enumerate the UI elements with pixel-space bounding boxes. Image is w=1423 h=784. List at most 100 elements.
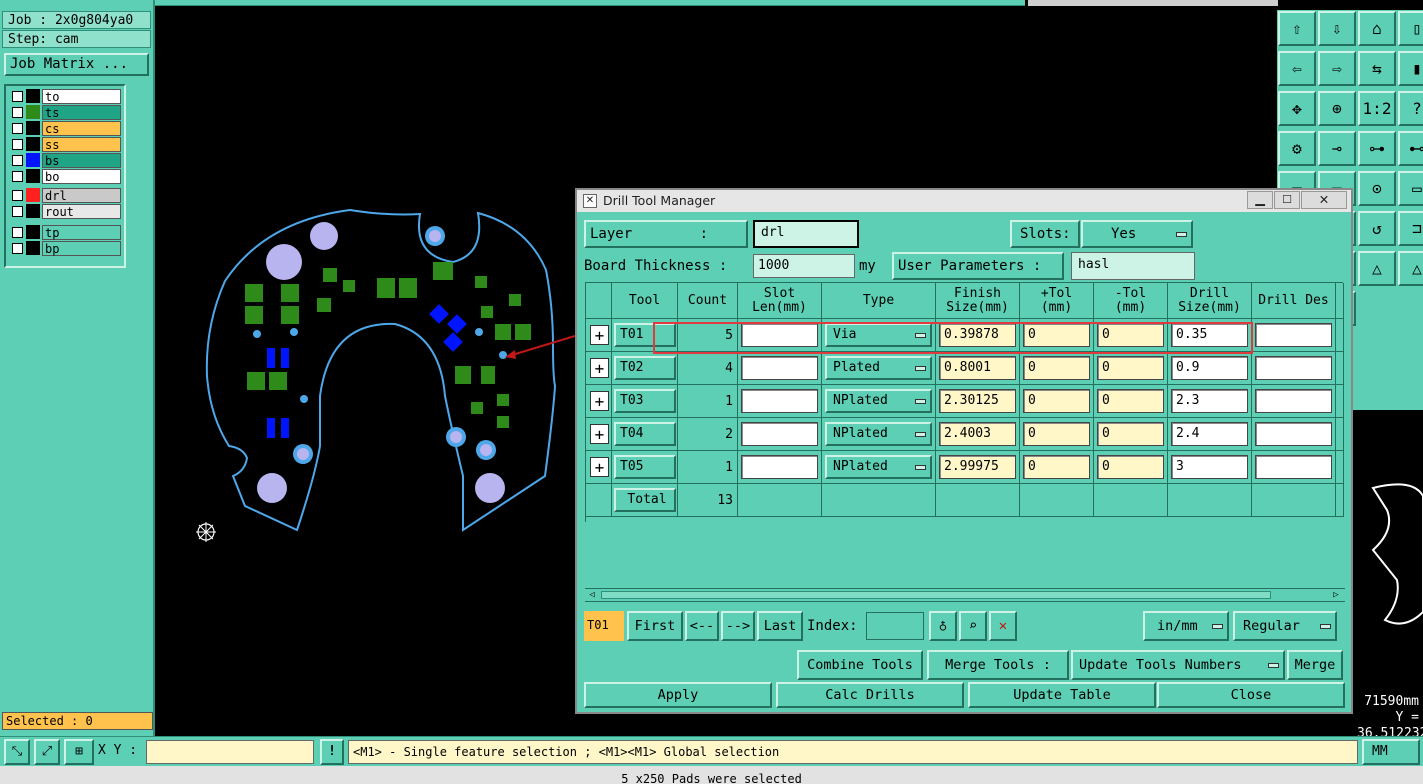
prev-button[interactable]: <-- bbox=[685, 611, 719, 641]
layer-row[interactable]: rout bbox=[9, 203, 121, 219]
rotate-icon[interactable]: ↺ bbox=[1358, 211, 1396, 246]
expand-icon[interactable]: + bbox=[590, 457, 609, 477]
finish-input[interactable]: 2.4003 bbox=[939, 422, 1016, 446]
ptol-input[interactable]: 0 bbox=[1023, 356, 1090, 380]
merge-option-dropdown[interactable]: Update Tools Numbers bbox=[1071, 650, 1285, 680]
drc-icon[interactable]: △ bbox=[1358, 251, 1396, 286]
help-icon[interactable]: ? bbox=[1398, 91, 1423, 126]
horizontal-scrollbar[interactable]: ◁ ▷ bbox=[585, 588, 1345, 602]
circle-icon[interactable]: ⊙ bbox=[1358, 171, 1396, 206]
finish-input[interactable]: 2.30125 bbox=[939, 389, 1016, 413]
layer-row[interactable]: bs bbox=[9, 152, 121, 168]
probe-icon[interactable]: ⊸ bbox=[1318, 131, 1356, 166]
panel-icon[interactable]: ▮ bbox=[1398, 51, 1423, 86]
finish-input[interactable]: 2.99975 bbox=[939, 455, 1016, 479]
layer-checkbox[interactable] bbox=[12, 170, 23, 182]
expand-icon[interactable]: + bbox=[590, 325, 609, 345]
layer-checkbox[interactable] bbox=[12, 138, 23, 150]
des-input[interactable] bbox=[1255, 356, 1332, 380]
layer-row[interactable]: cs bbox=[9, 120, 121, 136]
layer-checkbox[interactable] bbox=[12, 189, 23, 201]
update-table-button[interactable]: Update Table bbox=[968, 682, 1156, 708]
des-input[interactable] bbox=[1255, 389, 1332, 413]
combine-tools-button[interactable]: Combine Tools bbox=[797, 650, 923, 680]
swap-icon[interactable]: ⇆ bbox=[1358, 51, 1396, 86]
layer-checkbox[interactable] bbox=[12, 226, 23, 238]
layer-row[interactable]: to bbox=[9, 88, 121, 104]
apply-button[interactable]: Apply bbox=[584, 682, 772, 708]
drc-alt-icon[interactable]: △ bbox=[1398, 251, 1423, 286]
mtol-input[interactable]: 0 bbox=[1097, 356, 1164, 380]
search-icon[interactable]: ⌕ bbox=[959, 611, 987, 641]
layer-row[interactable]: bo bbox=[9, 168, 121, 184]
layer-field[interactable]: drl bbox=[753, 220, 859, 248]
scroll-right-icon[interactable]: ▷ bbox=[1329, 589, 1343, 601]
des-input[interactable] bbox=[1255, 422, 1332, 446]
expand-icon[interactable]: + bbox=[590, 391, 609, 411]
units-selector[interactable]: MM bbox=[1362, 739, 1420, 765]
slot-input[interactable] bbox=[741, 455, 818, 479]
units-dropdown[interactable]: in/mm bbox=[1143, 611, 1229, 641]
next-button[interactable]: --> bbox=[721, 611, 755, 641]
slot-input[interactable] bbox=[741, 356, 818, 380]
mtol-input[interactable]: 0 bbox=[1097, 455, 1164, 479]
center-icon[interactable]: ⊕ bbox=[1318, 91, 1356, 126]
drill-input[interactable]: 0.9 bbox=[1171, 356, 1248, 380]
slot-input[interactable] bbox=[741, 422, 818, 446]
ptol-input[interactable]: 0 bbox=[1023, 455, 1090, 479]
tool-button[interactable]: T04 bbox=[614, 422, 676, 446]
mtol-input[interactable]: 0 bbox=[1097, 422, 1164, 446]
layer-checkbox[interactable] bbox=[12, 90, 23, 102]
netlist-icon[interactable]: ⊶ bbox=[1358, 131, 1396, 166]
layer-checkbox[interactable] bbox=[12, 242, 23, 254]
type-dropdown[interactable]: NPlated bbox=[825, 422, 932, 446]
index-input[interactable] bbox=[866, 612, 924, 640]
slots-dropdown[interactable]: Yes bbox=[1081, 220, 1193, 248]
tool-button[interactable]: T03 bbox=[614, 389, 676, 413]
ptol-input[interactable]: 0 bbox=[1023, 422, 1090, 446]
user-parameters-field[interactable]: hasl bbox=[1071, 252, 1195, 280]
des-input[interactable] bbox=[1255, 455, 1332, 479]
minimize-button[interactable]: ▁ bbox=[1247, 191, 1273, 209]
mtol-input[interactable]: 0 bbox=[1097, 389, 1164, 413]
fit-icon[interactable]: ✥ bbox=[1278, 91, 1316, 126]
type-dropdown[interactable]: NPlated bbox=[825, 389, 932, 413]
expand-icon[interactable]: + bbox=[590, 424, 609, 444]
finish-input[interactable]: 0.8001 bbox=[939, 356, 1016, 380]
maximize-button[interactable]: ☐ bbox=[1274, 191, 1300, 209]
layer-row[interactable]: drl bbox=[9, 187, 121, 203]
layer-checkbox[interactable] bbox=[12, 122, 23, 134]
warning-icon[interactable]: ! bbox=[320, 739, 344, 765]
close-button[interactable]: Close bbox=[1157, 682, 1345, 708]
xy-input[interactable] bbox=[146, 740, 314, 764]
bracket-icon[interactable]: ⊐ bbox=[1398, 211, 1423, 246]
layer-checkbox[interactable] bbox=[12, 154, 23, 166]
net-icon[interactable]: ⊷ bbox=[1398, 131, 1423, 166]
grid-icon[interactable]: ⊞ bbox=[64, 739, 94, 765]
last-button[interactable]: Last bbox=[757, 611, 803, 641]
thickness-input[interactable]: 1000 bbox=[753, 254, 855, 278]
mode-dropdown[interactable]: Regular bbox=[1233, 611, 1337, 641]
board-canvas[interactable] bbox=[155, 6, 575, 736]
scroll-left-icon[interactable]: ◁ bbox=[585, 589, 599, 601]
scale-icon[interactable]: 1:2 bbox=[1358, 91, 1396, 126]
ptol-input[interactable]: 0 bbox=[1023, 389, 1090, 413]
type-dropdown[interactable]: NPlated bbox=[825, 455, 932, 479]
tool-button[interactable]: T02 bbox=[614, 356, 676, 380]
layer-row[interactable]: bp bbox=[9, 240, 121, 256]
move-left-icon[interactable]: ⇦ bbox=[1278, 51, 1316, 86]
des-input[interactable] bbox=[1255, 323, 1332, 347]
page-icon[interactable]: ▯ bbox=[1398, 11, 1423, 46]
move-down-icon[interactable]: ⇩ bbox=[1318, 11, 1356, 46]
layer-checkbox[interactable] bbox=[12, 106, 23, 118]
job-matrix-button[interactable]: Job Matrix ... bbox=[4, 53, 149, 76]
move-right-icon[interactable]: ⇨ bbox=[1318, 51, 1356, 86]
layer-checkbox[interactable] bbox=[12, 205, 23, 217]
close-window-button[interactable]: ✕ bbox=[1301, 191, 1347, 209]
zoom-in-icon[interactable]: ⤡ bbox=[4, 739, 30, 765]
zoom-out-icon[interactable]: ⤢ bbox=[34, 739, 60, 765]
bulb-icon[interactable]: ♁ bbox=[929, 611, 957, 641]
scroll-thumb[interactable] bbox=[601, 591, 1271, 599]
type-dropdown[interactable]: Plated bbox=[825, 356, 932, 380]
layer-row[interactable]: ss bbox=[9, 136, 121, 152]
